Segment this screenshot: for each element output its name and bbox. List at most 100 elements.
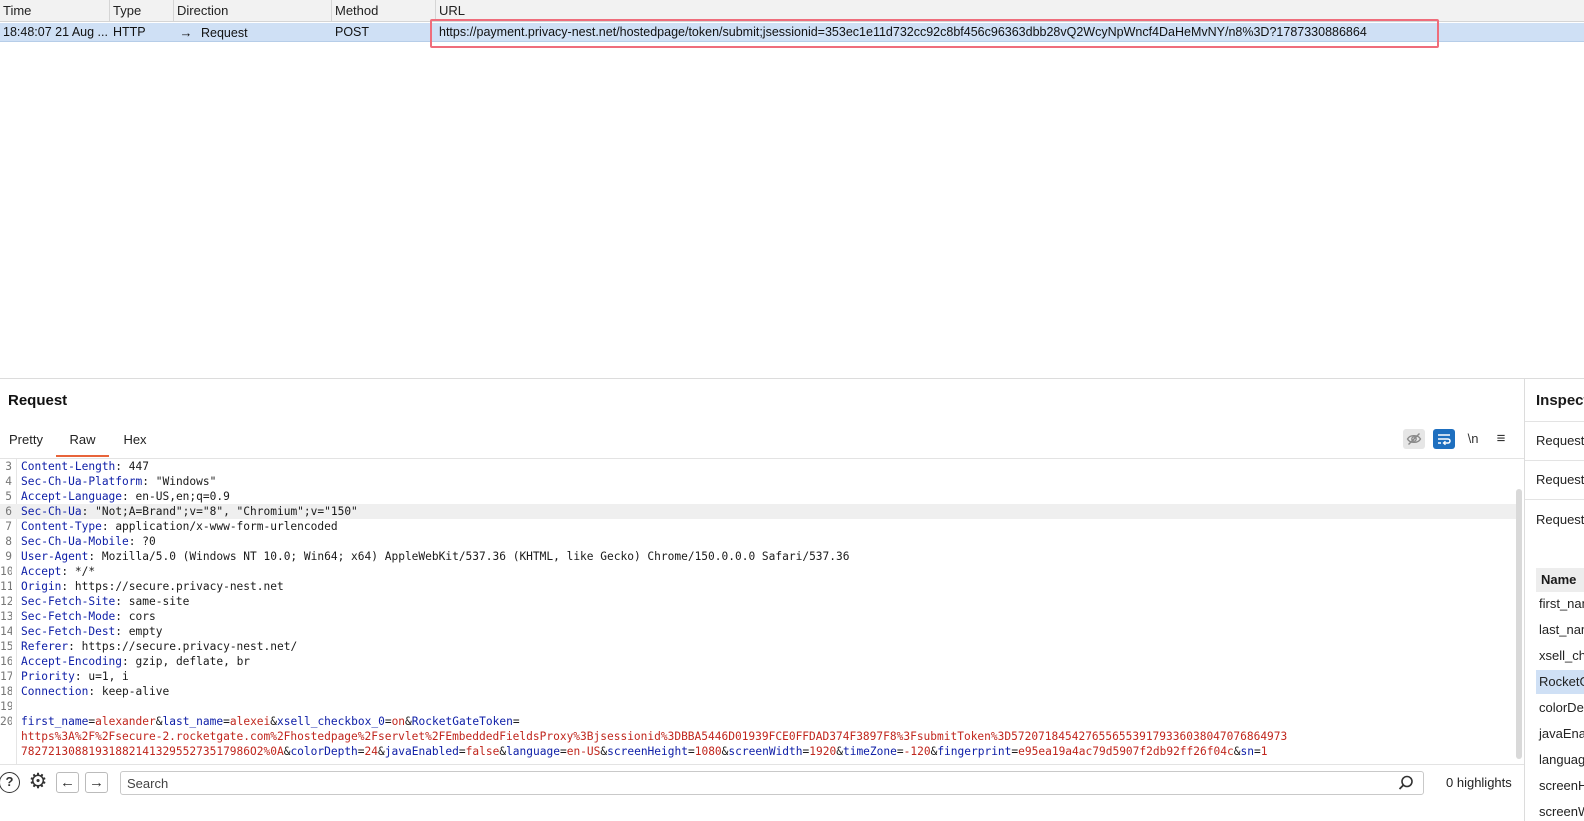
- hide-eye-icon[interactable]: [1403, 429, 1425, 449]
- param-key: xsell_checkbox_0: [277, 715, 385, 728]
- line-number: 10: [0, 565, 12, 578]
- header-line-content: Sec-Ch-Ua-Platform: "Windows": [21, 474, 216, 489]
- header-line-content: Sec-Ch-Ua-Mobile: ?0: [21, 534, 156, 549]
- body-line-content: https%3A%2F%2Fsecure-2.rocketgate.com%2F…: [21, 729, 1287, 744]
- help-icon[interactable]: ?: [0, 772, 20, 793]
- code-line: 17 Priority: u=1, i: [0, 669, 1516, 684]
- word-wrap-icon[interactable]: [1433, 429, 1455, 449]
- inspector-param-item[interactable]: first_name: [1536, 592, 1584, 616]
- inspector-param-item[interactable]: language: [1536, 748, 1584, 772]
- header-key: Content-Length: [21, 460, 116, 473]
- line-number: 3: [5, 460, 12, 473]
- column-header-method[interactable]: Method: [332, 0, 436, 22]
- inspector-title: Inspector: [1536, 392, 1584, 409]
- row-method: POST: [335, 25, 370, 39]
- search-input[interactable]: [127, 772, 1387, 794]
- line-number: 16: [0, 655, 12, 668]
- header-key: Priority: [21, 670, 75, 683]
- header-key: Sec-Fetch-Dest: [21, 625, 116, 638]
- header-line-content: Content-Type: application/x-www-form-url…: [21, 519, 338, 534]
- line-number: 17: [0, 670, 12, 683]
- header-colon: :: [122, 655, 129, 668]
- tab-pretty[interactable]: Pretty: [4, 428, 48, 457]
- header-key: Content-Type: [21, 520, 102, 533]
- code-line: 10 Accept: */*: [0, 564, 1516, 579]
- param-value: on: [391, 715, 406, 728]
- line-number: 11: [0, 580, 12, 593]
- header-value: https://secure.privacy-nest.net/: [74, 640, 298, 653]
- header-key: User-Agent: [21, 550, 89, 563]
- param-key: timeZone: [842, 745, 897, 758]
- body-line-content: first_name=alexander&last_name=alexei&xs…: [21, 714, 520, 729]
- arrow-left-icon[interactable]: ←: [56, 772, 79, 793]
- code-line: 19: [0, 699, 1516, 714]
- search-icon[interactable]: [1397, 774, 1415, 792]
- hamburger-menu-icon[interactable]: ≡: [1490, 429, 1512, 449]
- body-line: 7827213088193188214132955273517986O2%0A &…: [0, 744, 1516, 759]
- param-value: https%3A%2F%2Fsecure-2.rocketgate.com%2F…: [21, 730, 1288, 743]
- arrow-right-nav-icon[interactable]: →: [85, 772, 108, 793]
- header-line-content: Sec-Fetch-Site: same-site: [21, 594, 189, 609]
- search-box: [120, 771, 1424, 795]
- code-line: 8 Sec-Ch-Ua-Mobile: ?0: [0, 534, 1516, 549]
- param-key: javaEnabled: [384, 745, 459, 758]
- history-header: Time Type Direction Method URL: [0, 0, 1584, 22]
- header-colon: :: [128, 535, 136, 548]
- param-separator: &: [836, 745, 843, 758]
- code-line: 6 Sec-Ch-Ua: "Not;A=Brand";v="8", "Chromi…: [0, 504, 1516, 519]
- param-equals: =: [896, 745, 904, 758]
- inspector-divider: [1525, 460, 1584, 461]
- header-value: */*: [68, 565, 96, 578]
- header-line-content: Accept-Language: en-US,en;q=0.9: [21, 489, 230, 504]
- inspector-divider: [1525, 499, 1584, 500]
- column-header-url[interactable]: URL: [436, 0, 1584, 22]
- column-header-time[interactable]: Time: [0, 0, 110, 22]
- table-row[interactable]: 18:48:07 21 Aug ... HTTP → Request POST h…: [0, 23, 1584, 42]
- body-line-content: 7827213088193188214132955273517986O2%0A &…: [21, 744, 1267, 759]
- header-key: Sec-Ch-Ua: [21, 505, 82, 518]
- inspector-section-body[interactable]: Request body parameters: [1536, 512, 1584, 527]
- code-line: 12 Sec-Fetch-Site: same-site: [0, 594, 1516, 609]
- column-header-direction[interactable]: Direction: [174, 0, 332, 22]
- inspector-param-item[interactable]: RocketGateToken: [1536, 670, 1584, 694]
- inspector-param-item[interactable]: screenWidth: [1536, 800, 1584, 821]
- inspector-name-header[interactable]: Name: [1536, 568, 1584, 592]
- request-panel: Request Pretty Raw Hex \n ≡ 3 Content-Len…: [0, 379, 1524, 821]
- newline-toggle-button[interactable]: \n: [1462, 429, 1484, 449]
- tab-hex[interactable]: Hex: [117, 428, 153, 457]
- inspector-param-item[interactable]: xsell_checkbox_0: [1536, 644, 1584, 668]
- param-key: fingerprint: [937, 745, 1012, 758]
- raw-request-editor[interactable]: 3 Content-Length: 447 4 Sec-Ch-Ua-Platform:…: [0, 458, 1524, 764]
- line-number: 4: [5, 475, 12, 488]
- header-value: same-site: [122, 595, 190, 608]
- header-line-content: Priority: u=1, i: [21, 669, 129, 684]
- inspector-param-item[interactable]: last_name: [1536, 618, 1584, 642]
- line-number: 7: [5, 520, 12, 533]
- tab-raw[interactable]: Raw: [56, 428, 109, 457]
- param-key: RocketGateToken: [411, 715, 513, 728]
- inspector-param-item[interactable]: colorDepth: [1536, 696, 1584, 720]
- column-header-type[interactable]: Type: [110, 0, 174, 22]
- header-value: 447: [122, 460, 149, 473]
- vertical-scrollbar[interactable]: [1516, 489, 1522, 759]
- inspector-param-item[interactable]: screenHeight: [1536, 774, 1584, 798]
- gear-icon[interactable]: ⚙: [26, 771, 50, 795]
- inspector-section-attributes[interactable]: Request attributes: [1536, 433, 1584, 448]
- header-key: Sec-Ch-Ua-Mobile: [21, 535, 129, 548]
- code-line: 7 Content-Type: application/x-www-form-ur…: [0, 519, 1516, 534]
- line-number: 19: [0, 700, 12, 713]
- header-key: Sec-Fetch-Site: [21, 595, 116, 608]
- request-title: Request: [8, 392, 68, 409]
- header-value: empty: [122, 625, 163, 638]
- header-colon: :: [122, 490, 129, 503]
- inspector-param-item[interactable]: javaEnabled: [1536, 722, 1584, 746]
- inspector-section-query[interactable]: Request query parameters: [1536, 472, 1584, 487]
- param-separator: &: [378, 745, 385, 758]
- param-equals: =: [559, 745, 567, 758]
- line-number: 15: [0, 640, 12, 653]
- line-number: 20: [0, 715, 12, 728]
- param-equals: =: [223, 715, 230, 728]
- header-colon: :: [74, 670, 82, 683]
- request-tabs: Pretty Raw Hex: [0, 428, 1524, 458]
- param-equals: =: [687, 745, 695, 758]
